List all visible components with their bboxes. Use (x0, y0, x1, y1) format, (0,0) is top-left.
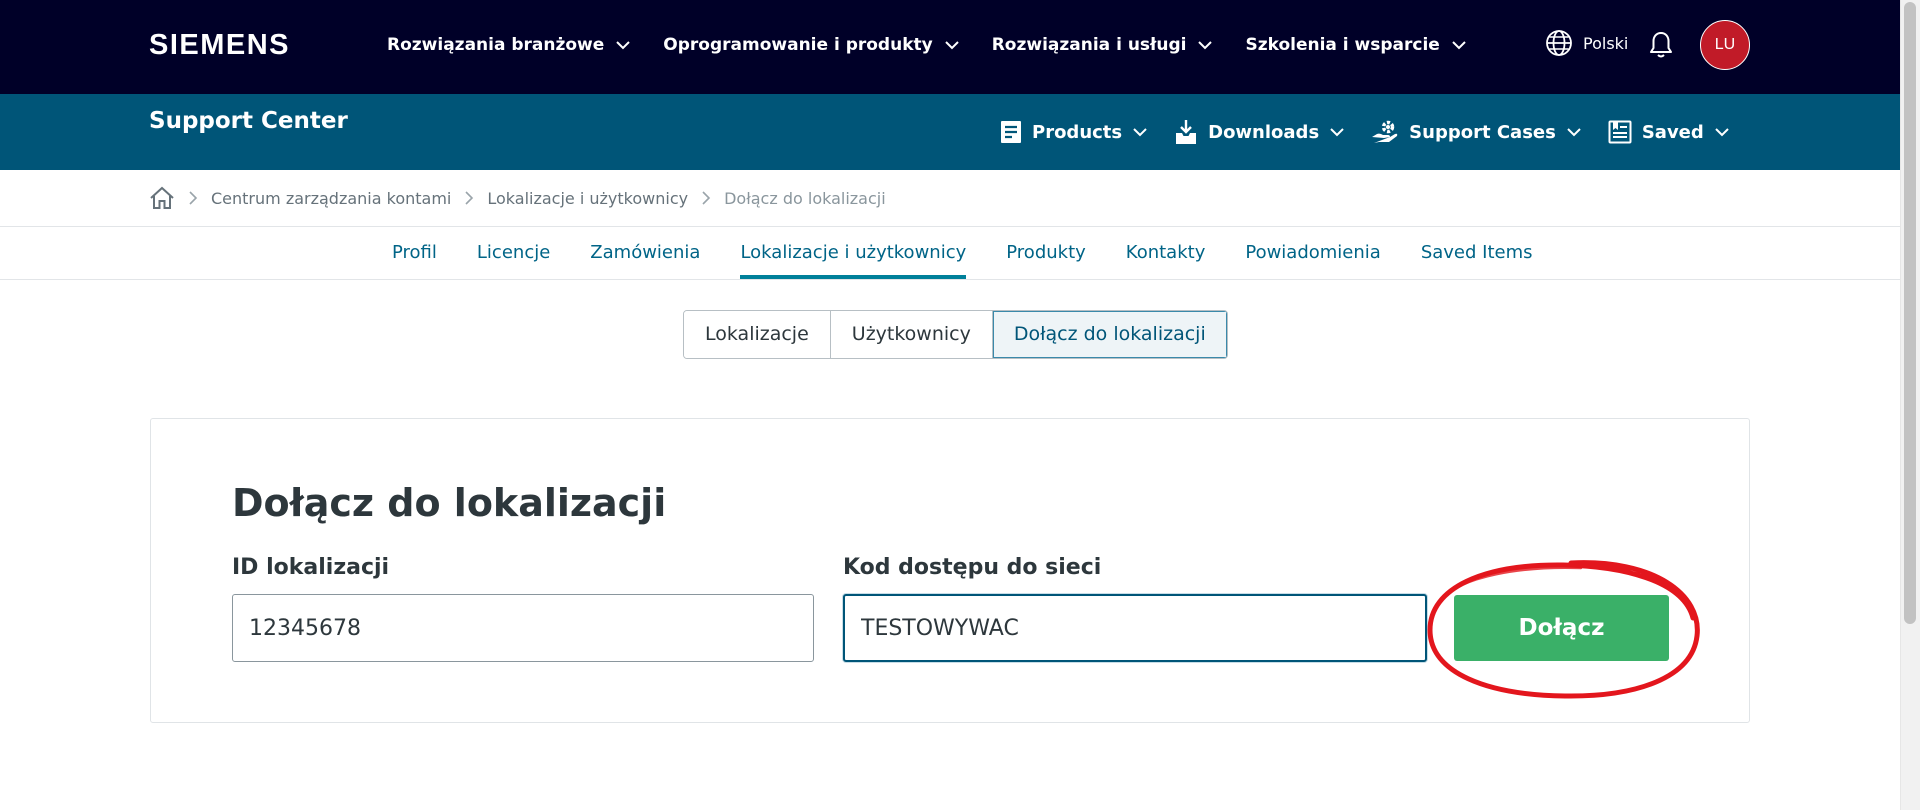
language-selector[interactable]: Polski (1545, 29, 1628, 57)
nav-label: Szkolenia i wsparcie (1245, 35, 1440, 55)
nav-software-products[interactable]: Oprogramowanie i produkty (663, 35, 959, 55)
breadcrumb-account-center[interactable]: Centrum zarządzania kontami (211, 189, 451, 208)
nav-industry-solutions[interactable]: Rozwiązania branżowe (387, 35, 631, 55)
support-nav-products[interactable]: Products (1000, 120, 1148, 144)
location-id-label: ID lokalizacji (232, 555, 390, 580)
support-nav-label: Support Cases (1409, 121, 1556, 143)
nav-label: Oprogramowanie i produkty (663, 35, 933, 55)
segment-join-location[interactable]: Dołącz do lokalizacji (992, 311, 1227, 358)
join-location-card: Dołącz do lokalizacji ID lokalizacji Kod… (150, 418, 1750, 723)
chevron-down-icon (1714, 127, 1730, 137)
locations-segmented-control: Lokalizacje Użytkownicy Dołącz do lokali… (683, 310, 1228, 359)
top-navbar: SIEMENS Rozwiązania branżowe Oprogramowa… (0, 0, 1900, 94)
tab-products[interactable]: Produkty (1006, 227, 1086, 279)
breadcrumb-locations-users[interactable]: Lokalizacje i użytkownicy (487, 189, 688, 208)
chevron-down-icon (1198, 41, 1213, 50)
form-title: Dołącz do lokalizacji (232, 481, 667, 525)
join-button[interactable]: Dołącz (1454, 595, 1669, 661)
breadcrumb-current: Dołącz do lokalizacji (724, 188, 886, 208)
chevron-down-icon (1452, 41, 1466, 50)
access-code-input[interactable] (843, 594, 1427, 662)
chevron-down-icon (616, 41, 631, 50)
tab-orders[interactable]: Zamówienia (590, 227, 700, 279)
tab-contacts[interactable]: Kontakty (1126, 227, 1206, 279)
chevron-right-icon (464, 191, 474, 205)
globe-icon (1546, 30, 1572, 56)
support-center-bar: Support Center Products Downloads Suppor… (0, 94, 1900, 170)
user-avatar[interactable]: LU (1700, 20, 1750, 70)
nav-label: Rozwiązania branżowe (387, 35, 605, 55)
divider (0, 279, 1900, 280)
hand-gear-icon (1371, 119, 1399, 145)
location-id-input[interactable] (232, 594, 814, 662)
chevron-down-icon (945, 41, 959, 50)
breadcrumb: Centrum zarządzania kontami Lokalizacje … (149, 184, 886, 212)
support-nav-downloads[interactable]: Downloads (1174, 119, 1345, 145)
chevron-right-icon (701, 191, 711, 205)
tab-saved-items[interactable]: Saved Items (1421, 227, 1533, 279)
scrollbar-thumb[interactable] (1904, 2, 1916, 624)
saved-document-icon (1608, 120, 1632, 144)
segment-locations[interactable]: Lokalizacje (684, 311, 831, 358)
nav-label: Rozwiązania i usługi (991, 35, 1187, 55)
chevron-right-icon (188, 191, 198, 205)
tab-licenses[interactable]: Licencje (477, 227, 550, 279)
support-center-title[interactable]: Support Center (149, 108, 348, 134)
tab-notifications[interactable]: Powiadomienia (1245, 227, 1380, 279)
support-nav-label: Downloads (1208, 121, 1320, 143)
chevron-down-icon (1329, 127, 1345, 137)
nav-training-support[interactable]: Szkolenia i wsparcie (1245, 35, 1466, 55)
access-code-label: Kod dostępu do sieci (843, 555, 1102, 580)
list-document-icon (1000, 120, 1022, 144)
support-nav-label: Products (1032, 121, 1123, 143)
main-nav: Rozwiązania branżowe Oprogramowanie i pr… (387, 0, 1499, 90)
support-nav: Products Downloads Support Cases Saved (1000, 94, 1756, 170)
tab-profile[interactable]: Profil (392, 227, 437, 279)
siemens-logo[interactable]: SIEMENS (149, 29, 290, 62)
chevron-down-icon (1566, 127, 1582, 137)
bell-icon[interactable] (1648, 30, 1674, 60)
download-tray-icon (1174, 119, 1198, 145)
home-icon[interactable] (149, 186, 175, 210)
support-nav-support-cases[interactable]: Support Cases (1371, 119, 1582, 145)
account-tabs: Profil Licencje Zamówienia Lokalizacje i… (392, 227, 1573, 279)
support-nav-label: Saved (1641, 121, 1704, 143)
tab-locations-users[interactable]: Lokalizacje i użytkownicy (740, 227, 966, 279)
support-nav-saved[interactable]: Saved (1608, 120, 1730, 144)
language-label: Polski (1583, 33, 1629, 53)
segment-users[interactable]: Użytkownicy (830, 311, 993, 358)
nav-solutions-services[interactable]: Rozwiązania i usługi (992, 35, 1214, 55)
chevron-down-icon (1132, 127, 1148, 137)
